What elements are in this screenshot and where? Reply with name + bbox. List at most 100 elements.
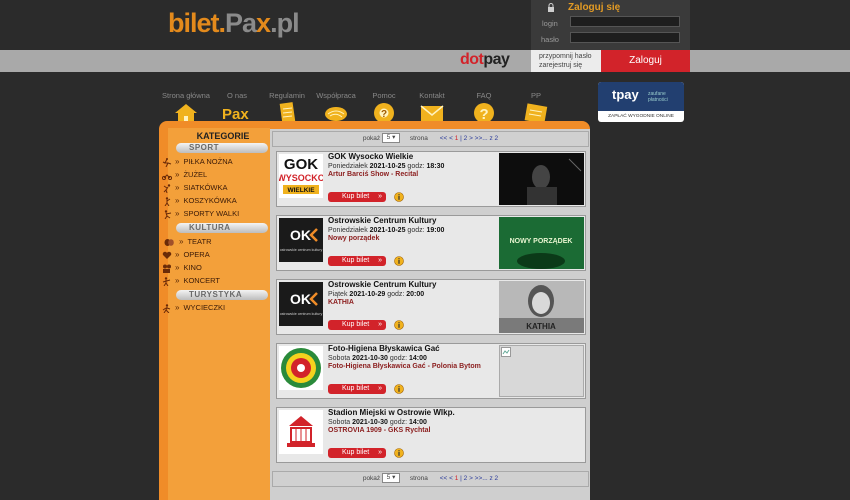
pagination-bottom: pokaż 5 ▾ strona << < 1 | 2 > >>... z 2	[272, 471, 589, 487]
nav-about[interactable]: O nas Pax	[212, 80, 262, 126]
category-item-speedway[interactable]: » ŻUŻEL	[162, 169, 207, 180]
category-label: ŻUŻEL	[183, 170, 208, 179]
nav-help[interactable]: Pomoc ?	[359, 80, 409, 126]
event-poster-image[interactable]: KATHIA	[499, 281, 584, 333]
event-day: Poniedziałek	[328, 163, 368, 170]
category-item-trips[interactable]: » WYCIECZKI	[162, 302, 225, 313]
event-time: 14:00	[408, 419, 427, 426]
login-input[interactable]	[570, 16, 680, 27]
logo-text-bilet: bilet.	[168, 8, 226, 38]
event-poster-image[interactable]	[499, 153, 584, 205]
buy-ticket-button[interactable]: Kup bilet »	[328, 192, 386, 202]
category-item-football[interactable]: » PIŁKA NOŻNA	[162, 156, 233, 167]
nav-label: FAQ	[476, 91, 492, 100]
chevron-double-right-icon: »	[175, 276, 180, 285]
bilet-pax-logo[interactable]: bilet.Pax.pl	[168, 8, 300, 39]
basketball-player-icon	[164, 196, 171, 206]
info-icon[interactable]	[394, 320, 404, 330]
category-item-concert[interactable]: » KONCERT	[162, 275, 220, 286]
nav-rules[interactable]: Regulamin	[262, 80, 312, 126]
category-item-opera[interactable]: » OPERA	[162, 249, 210, 260]
dotpay-pay-text: pay	[483, 51, 510, 68]
dotpay-logo: dotpay	[460, 51, 510, 69]
theatre-masks-icon	[164, 238, 174, 246]
per-page-select[interactable]: 5 ▾	[382, 473, 400, 484]
event-time-label: godz:	[389, 419, 408, 426]
lock-icon	[548, 3, 554, 12]
event-card: Foto-Higiena Błyskawica Gać Sobota 2021-…	[276, 343, 586, 399]
category-item-theatre[interactable]: » TEATR	[162, 236, 211, 247]
logo-text-pa: Pa	[225, 8, 257, 38]
remind-password-link[interactable]: przypomnij hasło	[539, 52, 601, 61]
category-item-basketball[interactable]: » KOSZYKÓWKA	[162, 195, 237, 206]
nav-cooperation[interactable]: Współpraca	[311, 80, 361, 126]
svg-text:?: ?	[381, 109, 387, 120]
login-title: Zaloguj się	[568, 2, 621, 13]
nav-label: Pomoc	[372, 91, 396, 100]
category-label: TEATR	[187, 237, 212, 246]
event-venue[interactable]: GOK Wysocko Wielkie	[328, 152, 413, 161]
nav-faq[interactable]: FAQ ?	[459, 80, 509, 126]
ostrovia-crest-image	[279, 410, 323, 454]
event-time-label: godz:	[407, 227, 425, 234]
tpay-tagline-2: płatności	[648, 97, 668, 103]
nav-label: O nas	[226, 91, 247, 100]
tpay-slogan: ZAPŁAĆ WYGODNIE ONLINE	[608, 114, 674, 119]
pager-prev-link[interactable]: << <	[440, 475, 453, 482]
poster-nowy-porzadek: NOWY PORZĄDEK	[499, 217, 584, 269]
pager-prev-link[interactable]: << <	[440, 135, 453, 142]
per-page-value: 5	[386, 134, 391, 142]
nav-contact[interactable]: Kontakt	[407, 80, 457, 126]
event-venue[interactable]: Ostrowskie Centrum Kultury	[328, 216, 436, 225]
buy-ticket-button[interactable]: Kup bilet »	[328, 448, 386, 458]
category-item-volleyball[interactable]: » SIATKÓWKA	[162, 182, 228, 193]
category-item-cinema[interactable]: » KINO	[162, 262, 202, 273]
event-poster-image[interactable]: NOWY PORZĄDEK	[499, 217, 584, 269]
pager-next-links[interactable]: | 2 > >>... z 2	[460, 475, 498, 482]
event-date-value: 2021-10-25	[369, 163, 406, 170]
chevron-double-right-icon: »	[175, 170, 180, 179]
heart-mask-icon	[162, 251, 172, 259]
category-item-combat-sports[interactable]: » SPORTY WALKI	[162, 208, 239, 219]
password-input[interactable]	[570, 32, 680, 43]
nav-pp[interactable]: PP	[511, 80, 561, 126]
nav-home[interactable]: Strona główna	[161, 80, 211, 126]
event-title[interactable]: Foto-Higiena Błyskawica Gać - Polonia By…	[328, 363, 481, 370]
per-page-select[interactable]: 5 ▾	[382, 133, 400, 144]
event-date-value: 2021-10-30	[352, 355, 388, 362]
category-group-sport: SPORT	[176, 143, 268, 153]
event-venue[interactable]: Stadion Miejski w Ostrowie Wlkp.	[328, 408, 455, 417]
page-label: strona	[409, 135, 428, 142]
chevron-double-right-icon: »	[175, 183, 180, 192]
login-button[interactable]: Zaloguj	[601, 50, 690, 72]
pager-current-page[interactable]: 1	[455, 475, 459, 482]
event-venue[interactable]: Foto-Higiena Błyskawica Gać	[328, 344, 440, 353]
category-group-culture: KULTURA	[176, 223, 268, 233]
tpay-banner[interactable]: tpay zaufane płatności ZAPŁAĆ WYGODNIE ON…	[598, 82, 684, 122]
info-icon[interactable]	[394, 384, 404, 394]
event-title[interactable]: Nowy porządek	[328, 235, 379, 242]
event-venue[interactable]: Ostrowskie Centrum Kultury	[328, 280, 436, 289]
event-card: OK ostrowskie centrum kultury Ostrowskie …	[276, 215, 586, 271]
nav-label: PP	[530, 91, 541, 100]
gok-logo-text-3: WIELKIE	[287, 187, 315, 194]
buy-ticket-button[interactable]: Kup bilet »	[328, 384, 386, 394]
buy-ticket-button[interactable]: Kup bilet »	[328, 320, 386, 330]
event-title[interactable]: Artur Barciś Show - Recital	[328, 171, 418, 178]
poster-kathia: KATHIA	[499, 281, 584, 333]
info-icon[interactable]	[394, 256, 404, 266]
event-title[interactable]: OSTROVIA 1909 - GKS Rychtal	[328, 427, 430, 434]
pager-current-page[interactable]: 1	[455, 135, 459, 142]
register-link[interactable]: zarejestruj się	[539, 61, 601, 70]
category-label: WYCIECZKI	[183, 303, 226, 312]
nav-label: Współpraca	[316, 91, 356, 100]
event-poster-broken-image[interactable]	[499, 345, 584, 397]
event-title[interactable]: KATHIA	[328, 299, 354, 306]
pager-next-links[interactable]: | 2 > >>... z 2	[460, 135, 498, 142]
poster-3-title: KATHIA	[526, 322, 556, 331]
nav-label: Kontakt	[419, 91, 445, 100]
buy-ticket-button[interactable]: Kup bilet »	[328, 256, 386, 266]
info-icon[interactable]	[394, 448, 404, 458]
info-icon[interactable]	[394, 192, 404, 202]
category-label: KINO	[183, 263, 202, 272]
